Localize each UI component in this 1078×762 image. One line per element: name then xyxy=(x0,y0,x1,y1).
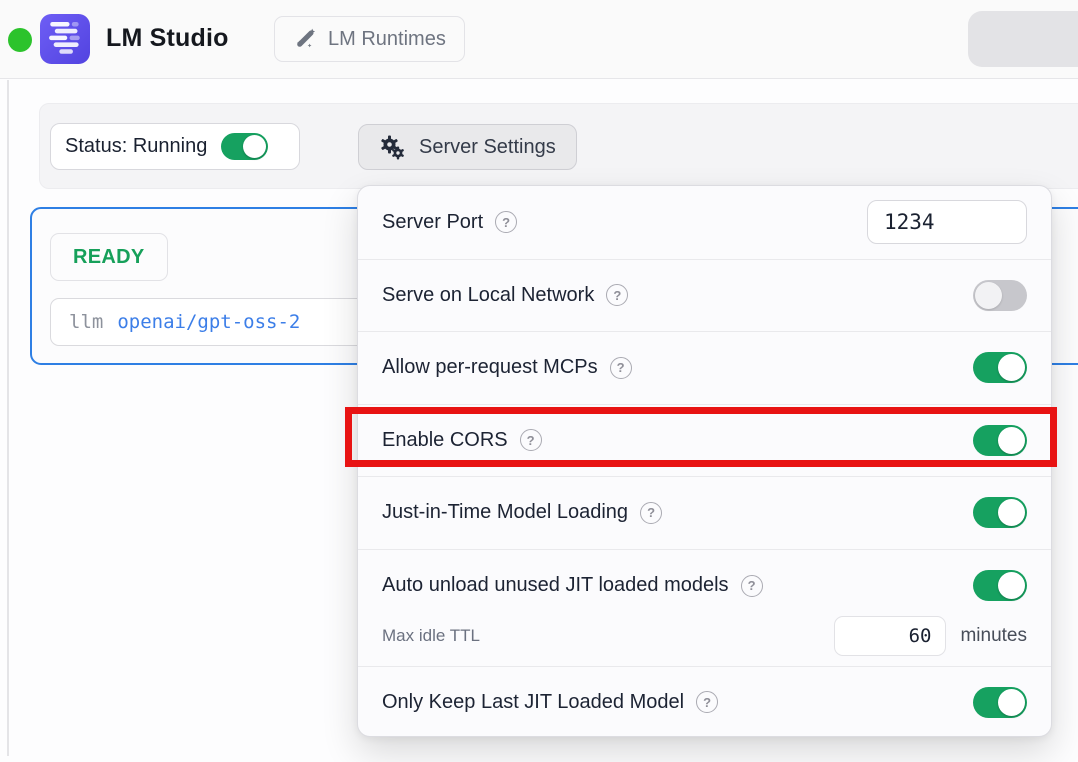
server-port-input[interactable] xyxy=(867,200,1027,244)
setting-row-enable-cors: Enable CORS ? xyxy=(358,404,1051,477)
help-icon[interactable]: ? xyxy=(606,284,628,306)
enable-cors-toggle[interactable] xyxy=(973,425,1027,456)
setting-row-auto-unload: Auto unload unused JIT loaded models ? M… xyxy=(358,549,1051,666)
app-title: LM Studio xyxy=(106,24,229,53)
server-status-pill: Status: Running xyxy=(50,123,300,170)
max-idle-ttl-input[interactable] xyxy=(834,616,946,656)
allow-per-request-mcps-toggle[interactable] xyxy=(973,352,1027,383)
setting-label: Allow per-request MCPs xyxy=(382,356,598,379)
server-status-label: Status: Running xyxy=(65,135,207,158)
toggle-knob xyxy=(998,689,1025,716)
help-icon[interactable]: ? xyxy=(696,691,718,713)
content-left-divider xyxy=(7,80,9,756)
auto-unload-toggle[interactable] xyxy=(973,570,1027,601)
help-icon[interactable]: ? xyxy=(610,357,632,379)
help-icon[interactable]: ? xyxy=(741,575,763,597)
model-identifier: openai/gpt-oss-2 xyxy=(117,311,300,333)
setting-label: Just-in-Time Model Loading xyxy=(382,501,628,524)
setting-row-jit-loading: Just-in-Time Model Loading ? xyxy=(358,476,1051,549)
toggle-knob xyxy=(998,499,1025,526)
setting-label: Enable CORS xyxy=(382,429,508,452)
setting-label: Serve on Local Network xyxy=(382,284,594,307)
status-dot-icon xyxy=(8,28,32,52)
jit-model-loading-toggle[interactable] xyxy=(973,497,1027,528)
setting-label: Only Keep Last JIT Loaded Model xyxy=(382,691,684,714)
setting-row-per-request-mcps: Allow per-request MCPs ? xyxy=(358,331,1051,404)
setting-label: Auto unload unused JIT loaded models xyxy=(382,574,729,597)
lm-runtimes-label: LM Runtimes xyxy=(328,28,446,51)
setting-row-local-network: Serve on Local Network ? xyxy=(358,259,1051,332)
setting-row-server-port: Server Port ? xyxy=(358,186,1051,259)
toggle-knob xyxy=(243,135,266,158)
server-status-toggle[interactable] xyxy=(221,133,268,160)
server-status-bar: Status: Running xyxy=(39,103,1078,189)
toggle-knob xyxy=(975,282,1002,309)
lm-studio-window: LM Studio LM Runtimes Status: Running xyxy=(0,0,1078,762)
toggle-knob xyxy=(998,572,1025,599)
ready-badge-label: READY xyxy=(73,246,145,269)
setting-label: Server Port xyxy=(382,211,483,234)
help-icon[interactable]: ? xyxy=(520,429,542,451)
setting-row-keep-last-jit: Only Keep Last JIT Loaded Model ? xyxy=(358,666,1051,738)
server-settings-button[interactable]: Server Settings xyxy=(358,124,577,170)
ttl-unit-label: minutes xyxy=(960,625,1027,647)
serve-local-network-toggle[interactable] xyxy=(973,280,1027,311)
gears-icon xyxy=(379,134,406,161)
help-icon[interactable]: ? xyxy=(640,502,662,524)
auto-unload-main-line: Auto unload unused JIT loaded models ? xyxy=(382,560,1027,612)
max-idle-ttl-label: Max idle TTL xyxy=(382,626,480,646)
lm-runtimes-button[interactable]: LM Runtimes xyxy=(274,16,465,62)
server-settings-popover: Server Port ? Serve on Local Network ? A… xyxy=(357,185,1052,737)
code-prefix: llm xyxy=(69,311,103,333)
toggle-knob xyxy=(998,354,1025,381)
toggle-knob xyxy=(998,427,1025,454)
keep-last-jit-toggle[interactable] xyxy=(973,687,1027,718)
ready-status-badge: READY xyxy=(50,233,168,281)
server-settings-label: Server Settings xyxy=(419,136,556,159)
header-right-button[interactable] xyxy=(968,11,1078,67)
max-idle-ttl-line: Max idle TTL minutes xyxy=(382,612,1027,660)
magic-wand-icon xyxy=(293,27,317,51)
help-icon[interactable]: ? xyxy=(495,211,517,233)
lm-studio-logo-icon xyxy=(40,14,90,64)
header-bar: LM Studio LM Runtimes xyxy=(0,0,1078,79)
